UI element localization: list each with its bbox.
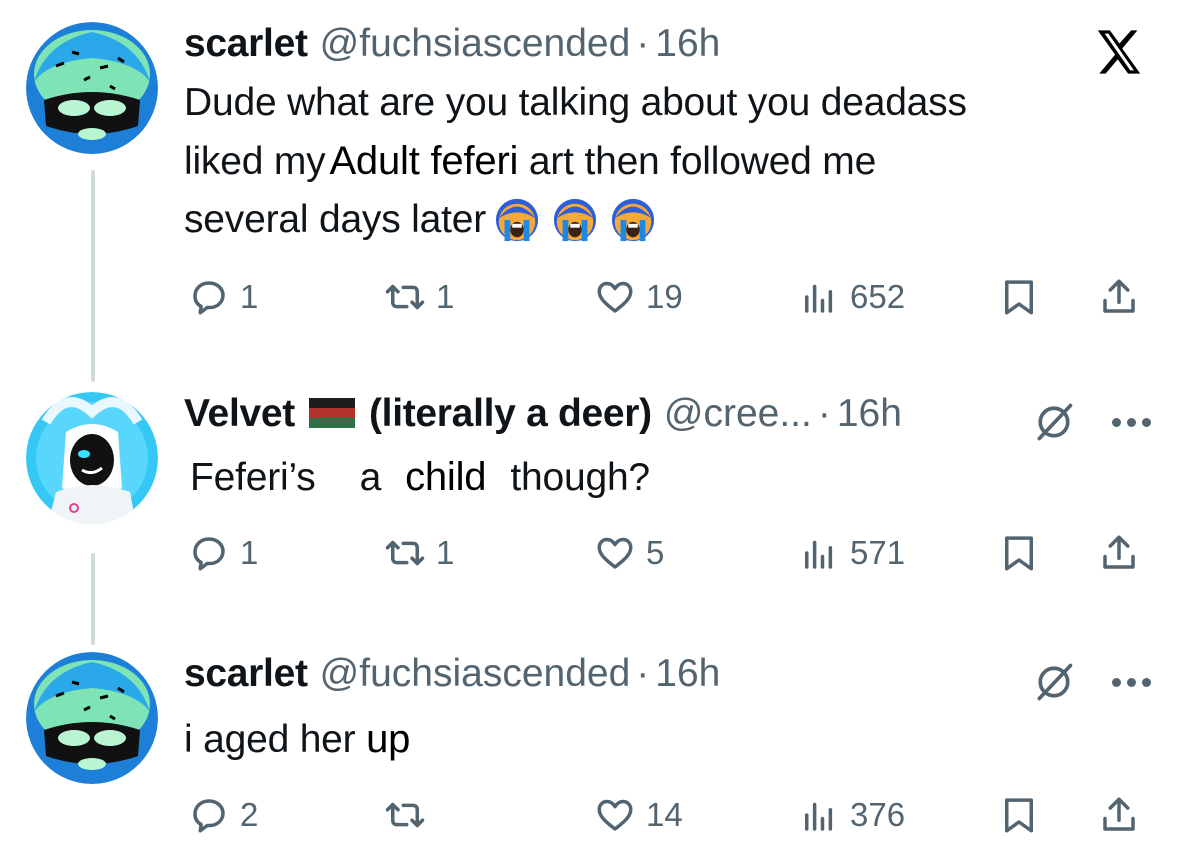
tweet-text: i aged her up: [184, 717, 411, 761]
reply-icon: [193, 537, 225, 571]
tweet-line: liked my Adult feferi art then followed m…: [184, 139, 877, 183]
reply-button[interactable]: 1: [188, 532, 258, 574]
more-options-icon[interactable]: [1112, 417, 1151, 427]
share-button[interactable]: [1098, 794, 1140, 836]
separator: ·: [636, 652, 650, 695]
reply-icon: [193, 281, 225, 315]
loudly-crying-face-icon: [553, 198, 597, 242]
tweet-header: scarlet @fuchsiascended · 16h: [184, 652, 720, 702]
timestamp[interactable]: 16h: [837, 392, 902, 436]
share-button[interactable]: [1098, 532, 1140, 574]
bookmark-icon: [1005, 536, 1033, 571]
avatar[interactable]: [26, 652, 158, 784]
flag-icon: [308, 398, 355, 428]
reply-count: 2: [240, 796, 259, 833]
repost-button[interactable]: 1: [384, 276, 454, 318]
like-count: 19: [646, 278, 683, 315]
repost-button[interactable]: [384, 794, 436, 836]
views-button[interactable]: 652: [798, 276, 905, 318]
tweet-text: Dude what are you talking about you dead…: [184, 74, 967, 249]
tweet-text: Feferi’s a child though?: [190, 455, 650, 499]
separator: ·: [817, 392, 831, 435]
grok-icon[interactable]: [1032, 400, 1076, 444]
loudly-crying-face-icon: [495, 198, 539, 242]
views-button[interactable]: 571: [798, 532, 905, 574]
like-button[interactable]: 14: [594, 794, 683, 836]
display-name[interactable]: Velvet: [184, 392, 295, 436]
reply-count: 1: [240, 278, 259, 315]
heart-icon: [597, 537, 633, 569]
loudly-crying-face-icon: [611, 198, 655, 242]
share-icon: [1103, 279, 1135, 313]
repost-count: 1: [436, 534, 455, 571]
timestamp[interactable]: 16h: [655, 22, 720, 66]
heart-icon: [597, 281, 633, 313]
tweet-actions: 1 1 5 571: [184, 532, 1151, 584]
view-count: 652: [850, 278, 906, 315]
tweet-header: scarlet @fuchsiascended · 16h: [184, 22, 720, 72]
tweet[interactable]: scarlet @fuchsiascended · 16h i aged her…: [184, 652, 1151, 852]
display-name[interactable]: (literally a deer): [369, 392, 652, 436]
user-handle[interactable]: @cree...: [664, 392, 812, 436]
reply-icon: [193, 799, 225, 833]
views-chart-icon: [805, 284, 833, 313]
timestamp[interactable]: 16h: [655, 652, 720, 696]
repost-icon: [385, 540, 425, 566]
views-button[interactable]: 376: [798, 794, 905, 836]
share-icon: [1103, 535, 1135, 569]
separator: ·: [636, 22, 650, 65]
like-button[interactable]: 19: [594, 276, 683, 318]
avatar[interactable]: [26, 392, 158, 524]
view-count: 571: [850, 534, 906, 571]
like-count: 14: [646, 796, 683, 833]
heart-icon: [597, 799, 633, 831]
views-chart-icon: [805, 802, 833, 831]
display-name[interactable]: scarlet: [184, 652, 308, 696]
tweet[interactable]: scarlet @fuchsiascended · 16h Dude what …: [184, 22, 1151, 322]
bookmark-icon: [1005, 798, 1033, 833]
repost-icon: [385, 802, 425, 828]
thread-line: [91, 553, 95, 645]
tweet-header: Velvet (literally a deer) @cree... · 16h: [184, 392, 902, 442]
tweet-actions: 1 1 19 652: [184, 276, 1151, 328]
bookmark-button[interactable]: [998, 532, 1040, 574]
view-count: 376: [850, 796, 906, 833]
like-button[interactable]: 5: [594, 532, 664, 574]
tweet[interactable]: Velvet (literally a deer) @cree... · 16h…: [184, 392, 1151, 592]
grok-icon[interactable]: [1032, 660, 1076, 704]
repost-count: 1: [436, 278, 455, 315]
reply-count: 1: [240, 534, 259, 571]
user-handle[interactable]: @fuchsiascended: [320, 22, 631, 66]
repost-button[interactable]: 1: [384, 532, 454, 574]
share-button[interactable]: [1098, 276, 1140, 318]
bookmark-button[interactable]: [998, 276, 1040, 318]
reply-button[interactable]: 2: [188, 794, 258, 836]
tweet-line: several days later: [184, 191, 967, 249]
repost-icon: [385, 284, 425, 310]
avatar[interactable]: [26, 22, 158, 154]
tweet-line: Dude what are you talking about you dead…: [184, 81, 967, 124]
views-chart-icon: [805, 540, 833, 569]
reply-button[interactable]: 1: [188, 276, 258, 318]
like-count: 5: [646, 534, 665, 571]
user-handle[interactable]: @fuchsiascended: [320, 652, 631, 696]
tweet-actions: 2 14 376: [184, 794, 1151, 846]
share-icon: [1103, 797, 1135, 831]
more-options-icon[interactable]: [1112, 677, 1151, 687]
thread-line: [91, 170, 95, 382]
bookmark-button[interactable]: [998, 794, 1040, 836]
display-name[interactable]: scarlet: [184, 22, 308, 66]
bookmark-icon: [1005, 280, 1033, 315]
